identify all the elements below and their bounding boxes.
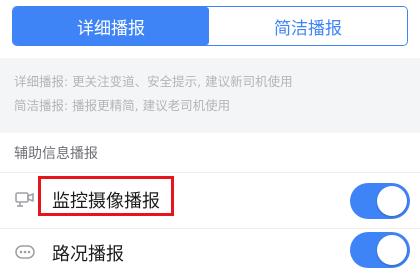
aux-info-section-title: 辅助信息播报: [14, 146, 98, 162]
highlight-box: [38, 176, 174, 216]
tab-concise-broadcast[interactable]: 简洁播报: [209, 7, 407, 45]
toggle-knob: [377, 235, 407, 265]
broadcast-mode-panel: 详细播报 简洁播报: [0, 0, 420, 58]
concise-broadcast-description: 简洁播报: 播报更精简, 建议老司机使用: [14, 98, 231, 113]
tab-detailed-broadcast[interactable]: 详细播报: [13, 7, 209, 45]
row-divider: [0, 228, 420, 229]
toggle-knob: [377, 186, 407, 216]
camera-broadcast-toggle[interactable]: [350, 183, 410, 219]
broadcast-mode-segmented-control: 详细播报 简洁播报: [12, 6, 408, 46]
detailed-broadcast-description: 详细播报: 更关注变道、安全提示, 建议新司机使用: [14, 74, 293, 89]
camera-icon: [14, 188, 36, 210]
traffic-broadcast-toggle[interactable]: [350, 232, 410, 268]
section-divider: [0, 172, 420, 173]
traffic-bubble-icon: [14, 241, 36, 263]
traffic-broadcast-label: 路况播报: [52, 244, 124, 265]
